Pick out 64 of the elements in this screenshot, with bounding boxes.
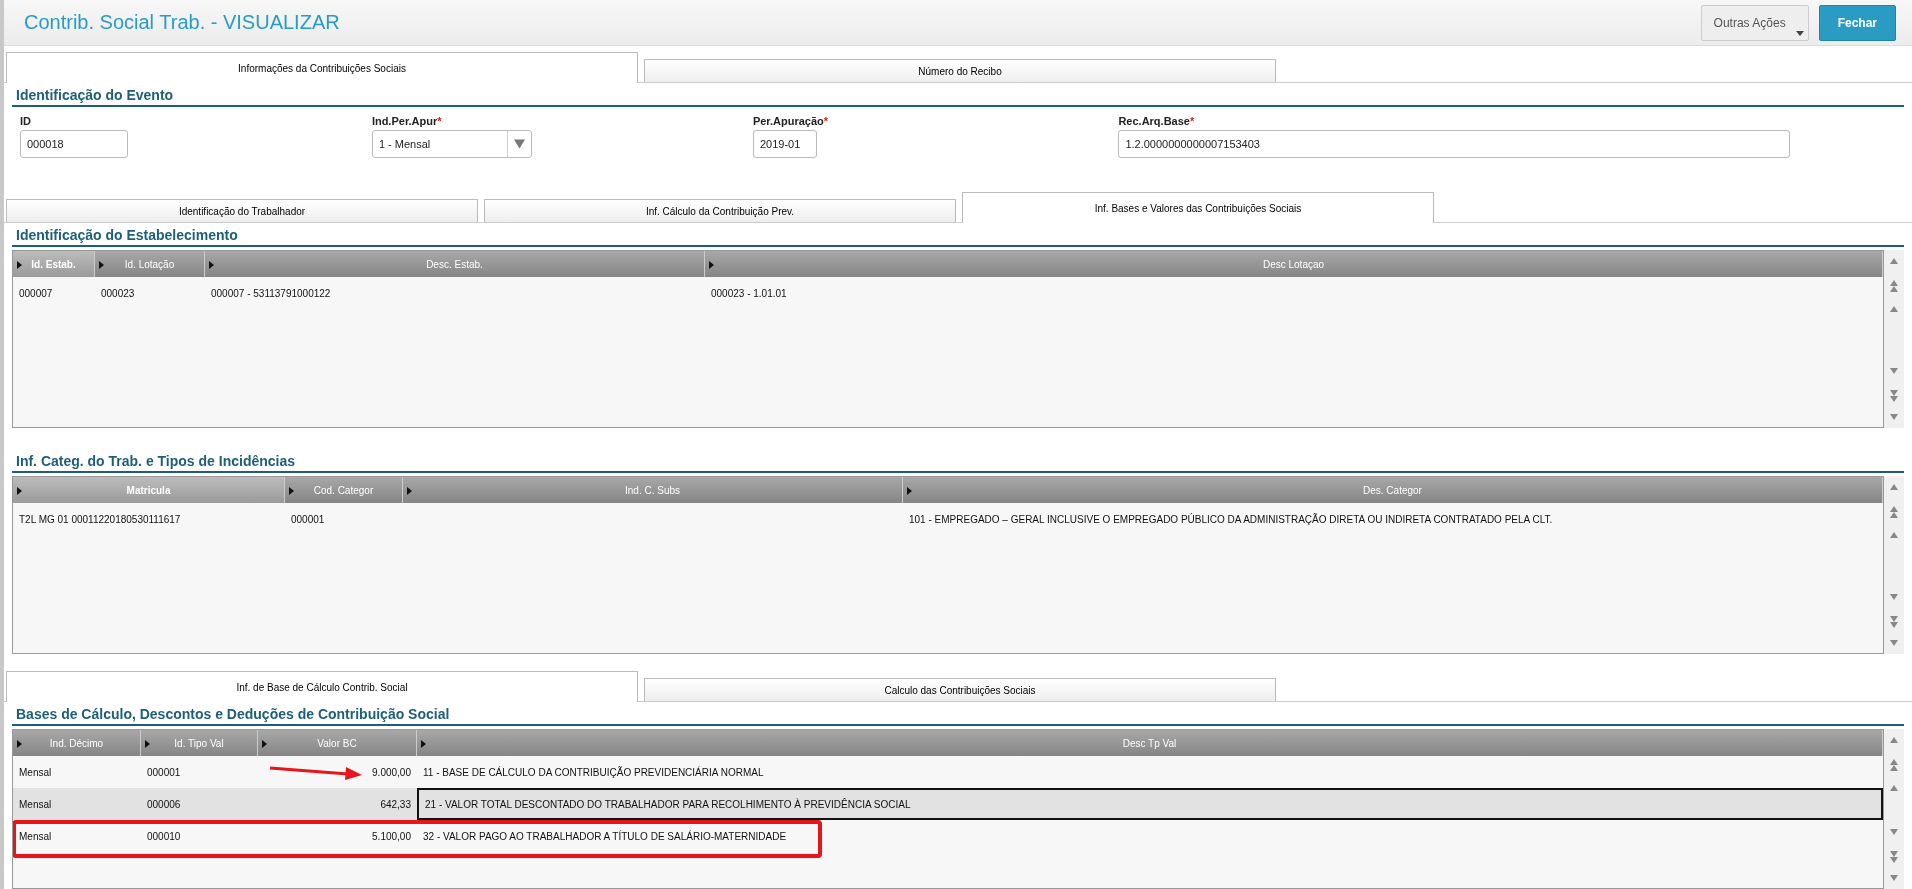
caret-icon: [709, 261, 715, 270]
field-label: Ind.Per.Apur*: [371, 115, 443, 128]
table-cell: 9.000,00: [372, 766, 411, 778]
field-label: ID: [20, 115, 32, 128]
table-cell: Mensal: [19, 830, 52, 842]
table-cell: 000023: [101, 287, 135, 299]
section-title: Bases de Cálculo, Descontos e Deduções de Contribuição Social: [12, 702, 1904, 726]
table-row[interactable]: Mensal 000006 642,33 21 - VALOR TOTAL DESCONTADO DO TRABALHADOR PARA RECOLHIMENTO À PREVIDÊNCIA SOCIAL: [13, 788, 1883, 820]
caret-icon: [289, 487, 295, 496]
table-cell: 32 - VALOR PAGO AO TRABALHADOR A TÍTULO DE SALÁRIO-MATERNIDADE: [423, 830, 787, 842]
required-mark: *: [437, 115, 442, 128]
tab[interactable]: Número do Recibo: [644, 59, 1276, 83]
field-label: Rec.Arq.Base*: [1118, 115, 1196, 128]
input-field[interactable]: 1.2.0000000000007153403: [1118, 130, 1791, 159]
table-cell: Mensal: [19, 798, 52, 810]
caret-icon: [17, 261, 23, 270]
section-title: Identificação do Estabelecimento: [12, 223, 1904, 248]
tab[interactable]: Identificação do Trabalhador: [6, 199, 478, 223]
table-cell: 11 - BASE DE CÁLCULO DA CONTRIBUIÇÃO PREVIDENCIÁRIA NORMAL: [423, 766, 764, 778]
tab[interactable]: Informações da Contribuições Sociais: [6, 52, 638, 84]
caret-icon: [17, 740, 23, 748]
caret-icon: [262, 740, 268, 748]
select-field[interactable]: 1 - Mensal: [371, 130, 532, 159]
table-cell: 101 - EMPREGADO – GERAL INCLUSIVE O EMPREGADO PÚBLICO DA ADMINISTRAÇÃO DIRETA OU INDIRETA CONTRATADO PELA CLT.: [909, 513, 1553, 525]
table-cell: 000001: [147, 766, 181, 778]
table-cell: 000001: [291, 513, 325, 525]
table-row[interactable]: Mensal 000010 5.100,00 32 - VALOR PAGO AO TRABALHADOR A TÍTULO DE SALÁRIO-MATERNIDADE: [13, 820, 1883, 852]
table-cell: 642,33: [380, 798, 411, 810]
caret-icon: [1795, 30, 1804, 36]
table-cell: 000007 - 53113791000122: [211, 287, 331, 299]
field-label: Per.Apuração*: [752, 115, 830, 128]
required-mark: *: [823, 115, 829, 128]
caret-icon: [145, 740, 151, 748]
table-row[interactable]: 000007 000023 000007 - 53113791000122 000023 - 1.01.01: [13, 277, 1883, 310]
caret-icon: [99, 261, 105, 270]
caret-icon: [907, 487, 913, 496]
tab[interactable]: Inf. Cálculo da Contribuição Prev.: [484, 199, 956, 223]
table-cell: 21 - VALOR TOTAL DESCONTADO DO TRABALHADOR PARA RECOLHIMENTO À PREVIDÊNCIA SOCIAL: [425, 798, 911, 810]
table-cell: 000010: [147, 830, 181, 842]
tab[interactable]: Calculo das Contribuições Sociais: [644, 678, 1276, 701]
table-cell: 5.100,00: [372, 830, 411, 842]
tab[interactable]: Inf. Bases e Valores das Contribuições Sociais: [962, 192, 1434, 224]
table-cell: 000006: [147, 798, 181, 810]
table-cell: Mensal: [19, 766, 52, 778]
caret-icon: [421, 740, 427, 748]
section-title: Identificação do Evento: [12, 83, 1904, 108]
caret-icon: [407, 487, 413, 496]
caret-icon: [209, 261, 215, 270]
page-title: Contrib. Social Trab. - VISUALIZAR: [24, 11, 341, 35]
actions-menu-button[interactable]: Outras Ações: [1700, 4, 1809, 41]
tab[interactable]: Inf. de Base de Cálculo Contrib. Social: [6, 671, 638, 702]
section-title: Inf. Categ. do Trab. e Tipos de Incidências: [12, 449, 1904, 474]
table-cell: 000007: [19, 287, 53, 299]
input-field[interactable]: 000018: [20, 130, 128, 159]
scrollbar-drawing[interactable]: [1884, 250, 1904, 429]
table-row[interactable]: Mensal 000001 9.000,00 11 - BASE DE CÁLCULO DA CONTRIBUIÇÃO PREVIDENCIÁRIA NORMAL: [13, 756, 1883, 788]
table-cell: 000023 - 1.01.01: [711, 287, 787, 299]
table-row[interactable]: T2L MG 01 00011220180530111617 000001 101 - EMPREGADO – GERAL INCLUSIVE O EMPREGADO PÚBLICO DA ADMINISTRAÇÃO DIRETA OU INDIRETA CONTRATADO PELA CLT.: [13, 503, 1883, 536]
caret-icon: [17, 487, 23, 496]
table-cell: T2L MG 01 00011220180530111617: [19, 513, 181, 525]
required-mark: *: [1189, 115, 1195, 128]
scrollbar-drawing[interactable]: [1884, 729, 1904, 889]
input-field[interactable]: 2019-01: [752, 130, 817, 159]
scrollbar-drawing[interactable]: [1884, 476, 1904, 655]
